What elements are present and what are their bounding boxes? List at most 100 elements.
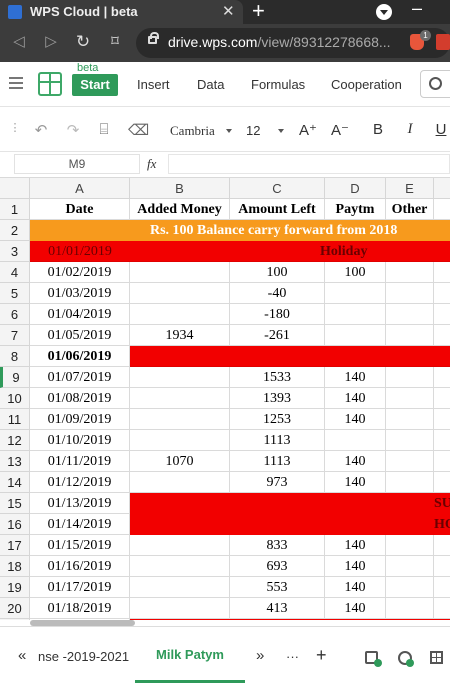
grid-view-icon[interactable]: [430, 651, 443, 664]
grid-cell[interactable]: [130, 577, 230, 598]
grid-cell[interactable]: [434, 598, 450, 619]
grid-cell[interactable]: 1113: [230, 430, 325, 451]
row-header[interactable]: 9: [0, 367, 30, 388]
grid-cell[interactable]: [130, 388, 230, 409]
tab-cooperation[interactable]: Cooperation: [331, 77, 402, 92]
date-cell[interactable]: 01/11/2019: [30, 451, 130, 472]
date-cell[interactable]: 01/03/2019: [30, 283, 130, 304]
header-cell[interactable]: Other: [386, 199, 434, 220]
grid-cell[interactable]: 693: [230, 556, 325, 577]
date-cell[interactable]: 01/08/2019: [30, 388, 130, 409]
grid-cell[interactable]: [386, 262, 434, 283]
date-cell[interactable]: 01/10/2019: [30, 430, 130, 451]
grid-cell[interactable]: [130, 535, 230, 556]
grid-cell[interactable]: 553: [230, 577, 325, 598]
row-header[interactable]: 19: [0, 577, 30, 598]
name-box[interactable]: M9: [14, 154, 140, 174]
row-header[interactable]: 15: [0, 493, 30, 514]
spreadsheet-logo-icon[interactable]: [38, 72, 62, 96]
grid-cell[interactable]: [434, 262, 450, 283]
underline-button[interactable]: U: [432, 121, 450, 138]
increase-font-button[interactable]: A⁺: [297, 121, 319, 139]
grid-cell[interactable]: -261: [230, 325, 325, 346]
bookmark-icon[interactable]: ⌑: [104, 31, 126, 53]
grid-cell[interactable]: 140: [325, 388, 386, 409]
tab-formulas[interactable]: Formulas: [251, 77, 305, 92]
grid-cell[interactable]: [434, 304, 450, 325]
carry-forward-banner[interactable]: Rs. 100 Balance carry forward from 2018: [30, 220, 450, 241]
grid-cell[interactable]: 140: [325, 556, 386, 577]
url-text[interactable]: drive.wps.com/view/89312278668...: [168, 34, 391, 50]
grid-cell[interactable]: 973: [230, 472, 325, 493]
grid-cell[interactable]: [130, 556, 230, 577]
reload-icon[interactable]: ↻: [72, 31, 94, 53]
holiday-row[interactable]: 01/01/2019 Holiday: [30, 241, 450, 262]
grid-cell[interactable]: [386, 388, 434, 409]
eraser-icon[interactable]: ⌫: [128, 121, 149, 139]
select-all-corner[interactable]: [0, 178, 30, 199]
grid-cell[interactable]: 1113: [230, 451, 325, 472]
header-cell[interactable]: Added Money: [130, 199, 230, 220]
sunday-holiday-block[interactable]: SU HO: [130, 493, 450, 535]
italic-button[interactable]: I: [401, 121, 419, 138]
date-cell[interactable]: 01/09/2019: [30, 409, 130, 430]
sheet-tab[interactable]: nse -2019-2021: [38, 649, 129, 664]
back-icon[interactable]: ◁: [8, 31, 30, 53]
column-header[interactable]: E: [386, 178, 434, 199]
extension-icon[interactable]: [436, 34, 450, 50]
grid-cell[interactable]: [130, 262, 230, 283]
grid-cell[interactable]: [325, 283, 386, 304]
grid-cell[interactable]: [130, 409, 230, 430]
date-cell[interactable]: 01/17/2019: [30, 577, 130, 598]
grid-cell[interactable]: 1934: [130, 325, 230, 346]
tab-data[interactable]: Data: [197, 77, 224, 92]
new-tab-button[interactable]: +: [252, 0, 265, 24]
row-header[interactable]: 11: [0, 409, 30, 430]
grid-cell[interactable]: [325, 304, 386, 325]
grid-cell[interactable]: [434, 430, 450, 451]
row-header[interactable]: 20: [0, 598, 30, 619]
prev-sheet-icon[interactable]: «: [18, 647, 26, 664]
bold-button[interactable]: B: [369, 121, 387, 138]
hamburger-menu-icon[interactable]: [9, 77, 23, 89]
row-header[interactable]: 2: [0, 220, 30, 241]
row-header[interactable]: 6: [0, 304, 30, 325]
grid-cell[interactable]: [434, 367, 450, 388]
font-size-select[interactable]: 12: [246, 123, 260, 138]
grid-cell[interactable]: [325, 430, 386, 451]
header-cell[interactable]: Amount Left: [230, 199, 325, 220]
grid-cell[interactable]: [434, 283, 450, 304]
grid-cell[interactable]: [386, 325, 434, 346]
row-header[interactable]: 14: [0, 472, 30, 493]
grid-cell[interactable]: 1253: [230, 409, 325, 430]
row-header[interactable]: 3: [0, 241, 30, 262]
minimize-icon[interactable]: –: [412, 0, 422, 19]
forward-icon[interactable]: ▷: [40, 31, 62, 53]
format-painter-icon[interactable]: ⌸: [95, 121, 113, 138]
grid-cell[interactable]: [386, 577, 434, 598]
row-header[interactable]: 4: [0, 262, 30, 283]
grid-cell[interactable]: [130, 472, 230, 493]
grid-cell[interactable]: 1070: [130, 451, 230, 472]
holiday-row[interactable]: [130, 619, 450, 620]
grid-cell[interactable]: [386, 598, 434, 619]
column-header[interactable]: D: [325, 178, 386, 199]
more-icon[interactable]: ⋮: [6, 121, 24, 134]
row-header[interactable]: 21: [0, 619, 30, 620]
row-header[interactable]: 5: [0, 283, 30, 304]
grid-cell[interactable]: [434, 199, 450, 220]
row-header[interactable]: 16: [0, 514, 30, 535]
formula-input[interactable]: [168, 154, 450, 174]
grid-cell[interactable]: [434, 535, 450, 556]
grid-cell[interactable]: [386, 472, 434, 493]
tab-search-icon[interactable]: [376, 4, 392, 20]
grid-cell[interactable]: 140: [325, 451, 386, 472]
date-cell[interactable]: 01/04/2019: [30, 304, 130, 325]
grid-cell[interactable]: 140: [325, 598, 386, 619]
browser-tab[interactable]: WPS Cloud | beta ✕: [0, 0, 243, 24]
grid-cell[interactable]: 1393: [230, 388, 325, 409]
tab-start[interactable]: Start: [72, 74, 118, 96]
grid-cell[interactable]: [386, 304, 434, 325]
add-sheet-button[interactable]: +: [316, 645, 327, 666]
lock-icon[interactable]: [148, 32, 159, 44]
